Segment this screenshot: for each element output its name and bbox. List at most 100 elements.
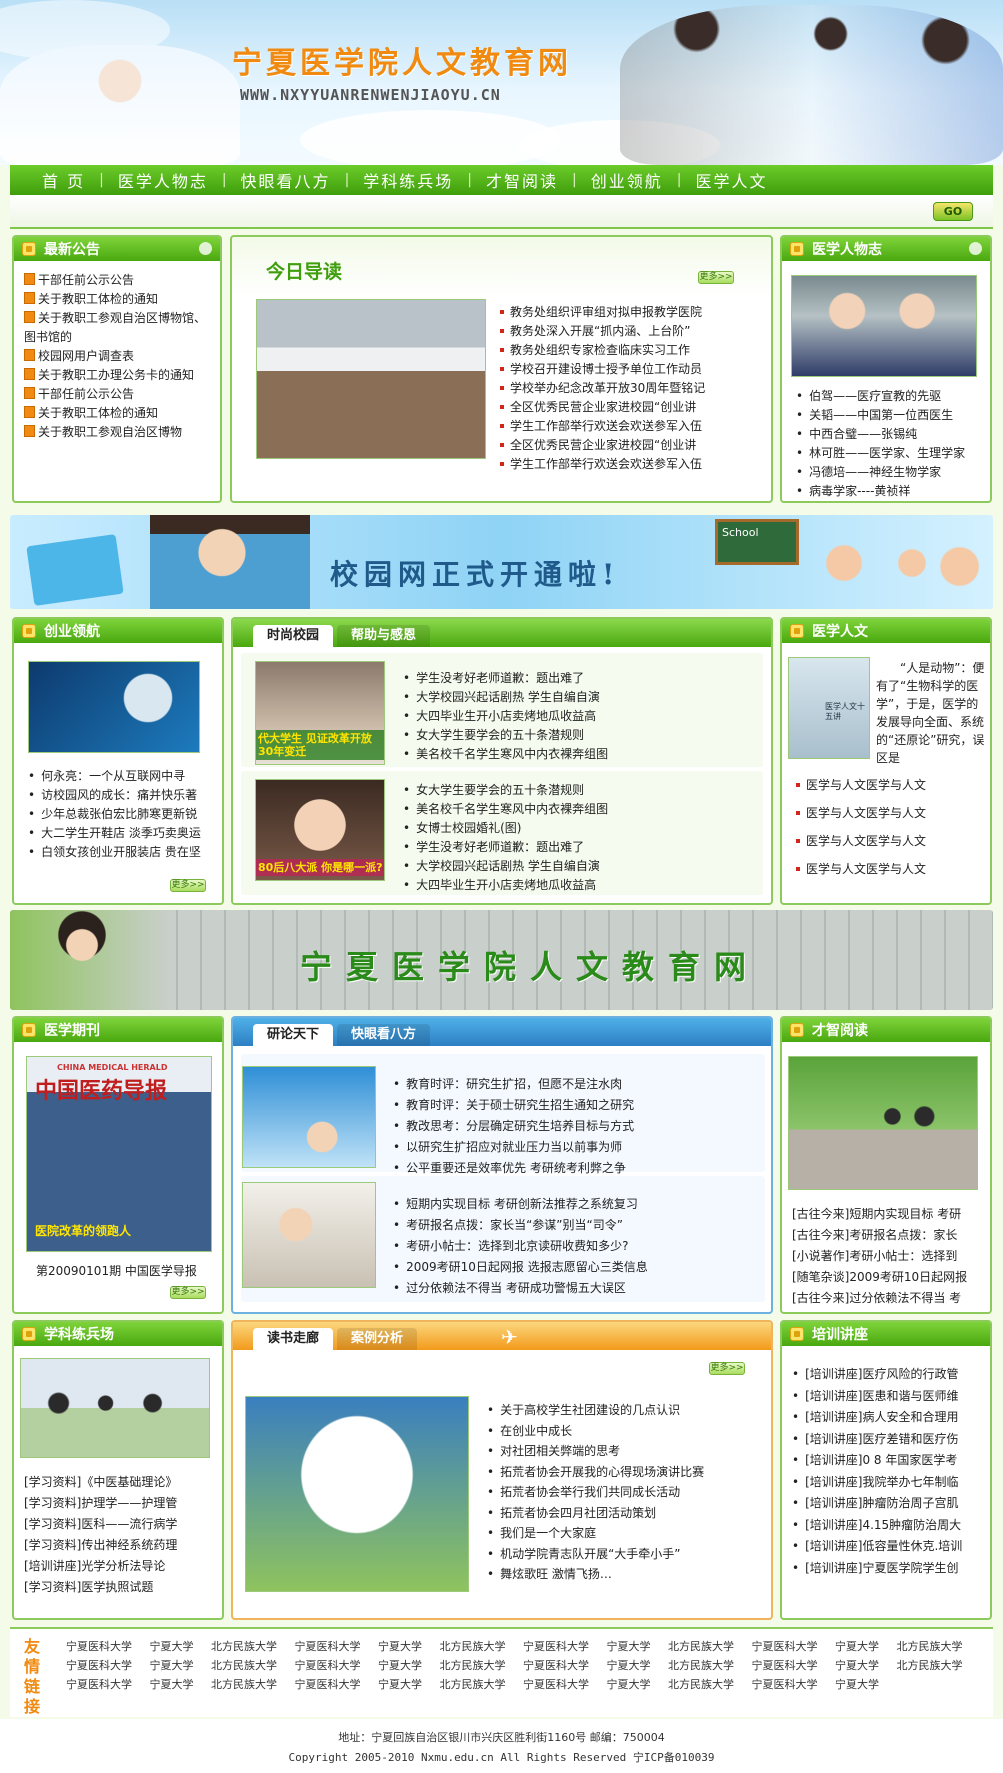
friend-link[interactable]: 宁夏医科大学 xyxy=(66,1678,132,1691)
list-item[interactable]: [学习资料]医科——流行病学 xyxy=(24,1514,177,1535)
list-item[interactable]: [培训讲座]光学分析法导论 xyxy=(24,1556,177,1577)
friend-link[interactable]: 宁夏大学 xyxy=(150,1678,194,1691)
list-item[interactable]: 2009考研10日起网报 选报志愿留心三类信息 xyxy=(393,1257,753,1278)
list-item[interactable]: [学习资料]医学执照试题 xyxy=(24,1577,177,1598)
friend-link[interactable]: 宁夏大学 xyxy=(607,1659,651,1672)
list-item[interactable]: 考研报名点拨：家长当“参谋”别当“司令” xyxy=(393,1215,753,1236)
friend-link[interactable]: 宁夏大学 xyxy=(378,1640,422,1653)
friend-link[interactable]: 宁夏医科大学 xyxy=(523,1678,589,1691)
list-item[interactable]: 学校召开建设博士授予单位工作动员 xyxy=(500,360,740,379)
nav-startup[interactable]: 创业领航 xyxy=(577,168,677,192)
friend-link[interactable]: 宁夏大学 xyxy=(378,1659,422,1672)
list-item[interactable]: 关于高校学生社团建设的几点认识 xyxy=(487,1400,757,1421)
list-item[interactable]: 对社团相关弊端的思考 xyxy=(487,1441,757,1462)
list-item[interactable]: 医学与人文医学与人文 xyxy=(796,799,926,827)
list-item[interactable]: 公平重要还是效率优先 考研统考利弊之争 xyxy=(393,1158,753,1179)
list-item[interactable]: 教务处组织评审组对拟申报教学医院 xyxy=(500,303,740,322)
list-item[interactable]: 教务处深入开展“抓内涵、上台阶” xyxy=(500,322,740,341)
friend-link[interactable]: 北方民族大学 xyxy=(668,1659,734,1672)
list-item[interactable]: 美名校千名学生寒风中内衣裸奔组图 xyxy=(403,800,743,819)
friend-link[interactable]: 北方民族大学 xyxy=(211,1678,277,1691)
list-item[interactable]: 关于教职工办理公务卡的通知 xyxy=(24,366,210,385)
list-item[interactable]: [培训讲座]宁夏医学院学生创 xyxy=(792,1558,962,1580)
friend-link[interactable]: 宁夏医科大学 xyxy=(523,1640,589,1653)
more-button[interactable]: 更多>> xyxy=(170,1286,206,1299)
more-circle-icon[interactable] xyxy=(199,242,212,255)
list-item[interactable]: 全区优秀民营企业家进校园“创业讲 xyxy=(500,398,740,417)
more-button[interactable]: 更多>> xyxy=(698,271,734,284)
list-item[interactable]: 大四毕业生开小店卖烤地瓜收益高 xyxy=(403,707,743,726)
list-item[interactable]: 冯德培——神经生物学家 xyxy=(796,463,965,482)
list-item[interactable]: 医学与人文医学与人文 xyxy=(796,855,926,883)
tab-case-analysis[interactable]: 案例分析 xyxy=(337,1328,418,1350)
nav-home[interactable]: 首 页 xyxy=(28,168,99,192)
nav-humanities[interactable]: 医学人文 xyxy=(681,168,781,192)
list-item[interactable]: [培训讲座]我院举办七年制临 xyxy=(792,1472,962,1494)
list-item[interactable]: 少年总裁张伯宏比肺寒更新锐 xyxy=(28,805,208,824)
list-item[interactable]: 教育时评：关于硕士研究生招生通知之研究 xyxy=(393,1095,753,1116)
more-button[interactable]: 更多>> xyxy=(709,1362,745,1375)
list-item[interactable]: 大学校园兴起话剧热 学生自编自演 xyxy=(403,688,743,707)
list-item[interactable]: 学生没考好老师道歉：题出难了 xyxy=(403,669,743,688)
nav-news[interactable]: 快眼看八方 xyxy=(227,168,345,192)
go-button[interactable]: GO xyxy=(933,202,973,221)
list-item[interactable]: 校园网用户调查表 xyxy=(24,347,210,366)
list-item[interactable]: 关于教职工参观自治区博物 xyxy=(24,423,210,442)
list-item[interactable]: [培训讲座]4.15肿瘤防治周大 xyxy=(792,1515,962,1537)
list-item[interactable]: [学习资料]传出神经系统药理 xyxy=(24,1535,177,1556)
friend-link[interactable]: 北方民族大学 xyxy=(211,1659,277,1672)
list-item[interactable]: 何永亮：一个从互联网中寻 xyxy=(28,767,208,786)
list-item[interactable]: 我们是一个大家庭 xyxy=(487,1523,757,1544)
list-item[interactable]: 关于教职工体检的通知 xyxy=(24,290,210,309)
tab-help-thanks[interactable]: 帮助与感恩 xyxy=(337,625,431,647)
friend-link[interactable]: 宁夏大学 xyxy=(835,1659,879,1672)
list-item[interactable]: 考研小帖士：选择到北京读研收费知多少? xyxy=(393,1236,753,1257)
more-circle-icon[interactable] xyxy=(969,242,982,255)
list-item[interactable]: 教改思考：分层确定研究生培养目标与方式 xyxy=(393,1116,753,1137)
list-item[interactable]: [培训讲座]0 8 年国家医学考 xyxy=(792,1450,962,1472)
list-item[interactable]: 短期内实现目标 考研创新法推荐之系统复习 xyxy=(393,1194,753,1215)
list-item[interactable]: 关韬——中国第一位西医生 xyxy=(796,406,965,425)
friend-link[interactable]: 宁夏医科大学 xyxy=(295,1640,361,1653)
list-item[interactable]: 拓荒者协会举行我们共同成长活动 xyxy=(487,1482,757,1503)
friend-link[interactable]: 宁夏医科大学 xyxy=(295,1678,361,1691)
list-item[interactable]: 伯驾——医疗宣教的先驱 xyxy=(796,387,965,406)
nav-drill[interactable]: 学科练兵场 xyxy=(349,168,467,192)
friend-link[interactable]: 宁夏大学 xyxy=(607,1640,651,1653)
list-item[interactable]: 大二学生开鞋店 淡季巧卖奥运 xyxy=(28,824,208,843)
list-item[interactable]: [培训讲座]医疗风险的行政管 xyxy=(792,1364,962,1386)
friend-link[interactable]: 宁夏大学 xyxy=(378,1678,422,1691)
list-item[interactable]: 学校举办纪念改革开放30周年暨铭记 xyxy=(500,379,740,398)
tab-discuss[interactable]: 研论天下 xyxy=(253,1024,334,1046)
friend-link[interactable]: 宁夏大学 xyxy=(150,1659,194,1672)
site-banner[interactable]: 宁夏医学院人文教育网 xyxy=(10,910,993,1010)
list-item[interactable]: 拓荒者协会开展我的心得现场演讲比赛 xyxy=(487,1462,757,1483)
friend-link[interactable]: 北方民族大学 xyxy=(897,1659,963,1672)
list-item[interactable]: [培训讲座]肿瘤防治周子宫肌 xyxy=(792,1493,962,1515)
list-item[interactable]: [随笔杂谈]2009考研10日起网报 xyxy=(792,1267,967,1288)
list-item[interactable]: 以研究生扩招应对就业压力当以前事为师 xyxy=(393,1137,753,1158)
list-item[interactable]: 机动学院青志队开展“大手牵小手” xyxy=(487,1544,757,1565)
list-item[interactable]: 中西合璧——张锡纯 xyxy=(796,425,965,444)
friend-link[interactable]: 宁夏医科大学 xyxy=(523,1659,589,1672)
list-item[interactable]: 关于教职工参观自治区博物馆、图书馆的 xyxy=(24,309,210,347)
list-item[interactable]: [学习资料]护理学——护理管 xyxy=(24,1493,177,1514)
nav-reading[interactable]: 才智阅读 xyxy=(472,168,572,192)
list-item[interactable]: [小说著作]考研小帖士：选择到 xyxy=(792,1246,967,1267)
more-button[interactable]: 更多>> xyxy=(170,879,206,892)
list-item[interactable]: 医学与人文医学与人文 xyxy=(796,827,926,855)
friend-link[interactable]: 宁夏医科大学 xyxy=(295,1659,361,1672)
list-item[interactable]: 学生工作部举行欢送会欢送参军入伍 xyxy=(500,455,740,474)
list-item[interactable]: 过分依赖法不得当 考研成功警惕五大误区 xyxy=(393,1278,753,1299)
list-item[interactable]: 医学与人文医学与人文 xyxy=(796,771,926,799)
list-item[interactable]: [古往今来]短期内实现目标 考研 xyxy=(792,1204,967,1225)
list-item[interactable]: 教务处组织专家检查临床实习工作 xyxy=(500,341,740,360)
tab-reading-corridor[interactable]: 读书走廊 xyxy=(253,1328,334,1350)
list-item[interactable]: 林可胜——医学家、生理学家 xyxy=(796,444,965,463)
friend-link[interactable]: 宁夏大学 xyxy=(150,1640,194,1653)
friend-link[interactable]: 宁夏医科大学 xyxy=(752,1678,818,1691)
friend-link[interactable]: 宁夏大学 xyxy=(835,1678,879,1691)
friend-link[interactable]: 宁夏大学 xyxy=(607,1678,651,1691)
list-item[interactable]: 白领女孩创业开服装店 贵在坚 xyxy=(28,843,208,862)
list-item[interactable]: 关于教职工体检的通知 xyxy=(24,404,210,423)
